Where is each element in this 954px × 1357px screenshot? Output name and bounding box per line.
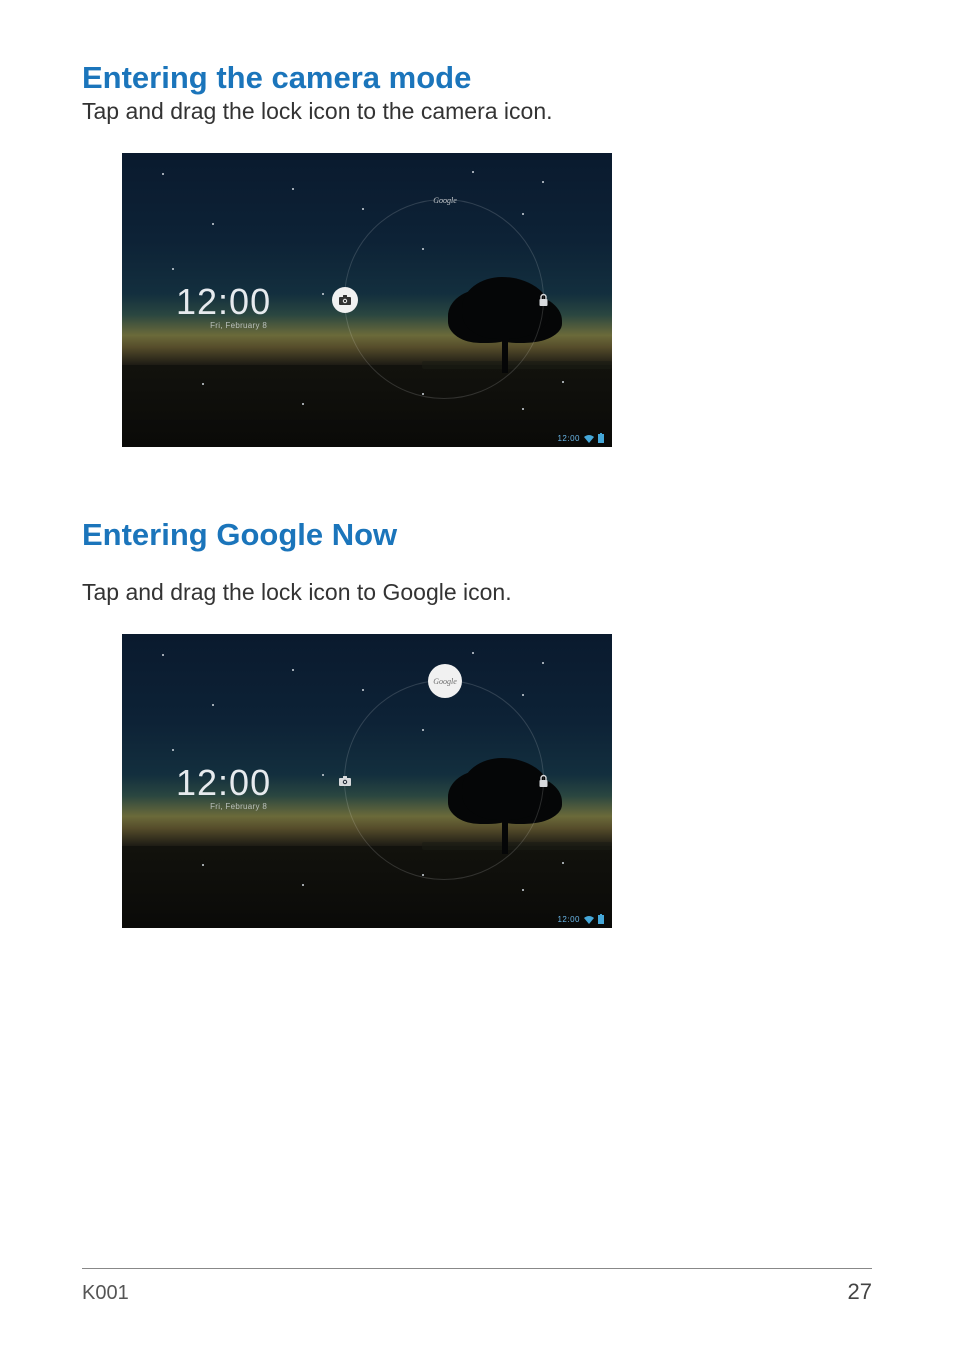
battery-icon bbox=[598, 433, 604, 443]
footer-model: K001 bbox=[82, 1282, 129, 1305]
lockscreen-clock: 12:00 Fri, February 8 bbox=[176, 281, 271, 330]
status-time: 12:00 bbox=[557, 434, 580, 443]
status-time: 12:00 bbox=[557, 915, 580, 924]
lockscreen-google-now-screenshot: 12:00 Fri, February 8 Google bbox=[122, 634, 612, 928]
clock-date: Fri, February 8 bbox=[176, 321, 271, 330]
status-bar: 12:00 bbox=[557, 433, 604, 443]
lock-icon bbox=[538, 774, 549, 788]
lockscreen-clock: 12:00 Fri, February 8 bbox=[176, 762, 271, 811]
unlock-ring[interactable]: Google bbox=[344, 680, 544, 880]
unlock-target[interactable] bbox=[534, 772, 552, 790]
google-target[interactable]: Google bbox=[436, 191, 454, 209]
camera-target[interactable] bbox=[336, 772, 354, 790]
clock-time: 12:00 bbox=[176, 281, 271, 323]
section-body-google-now: Tap and drag the lock icon to Google ico… bbox=[82, 579, 872, 606]
section-body-camera: Tap and drag the lock icon to the camera… bbox=[82, 98, 872, 125]
lock-icon bbox=[538, 293, 549, 307]
footer-page-number: 27 bbox=[848, 1279, 872, 1305]
camera-icon bbox=[339, 776, 351, 786]
camera-target[interactable] bbox=[336, 291, 354, 309]
lockscreen-camera-screenshot: 12:00 Fri, February 8 Google bbox=[122, 153, 612, 447]
clock-date: Fri, February 8 bbox=[176, 802, 271, 811]
status-bar: 12:00 bbox=[557, 914, 604, 924]
ground-silhouette bbox=[122, 846, 612, 928]
unlock-target[interactable] bbox=[534, 291, 552, 309]
google-target[interactable]: Google bbox=[436, 672, 454, 690]
camera-icon bbox=[339, 295, 351, 305]
google-icon: Google bbox=[433, 196, 457, 205]
ground-silhouette bbox=[122, 365, 612, 447]
wifi-icon bbox=[584, 915, 594, 924]
clock-time: 12:00 bbox=[176, 762, 271, 804]
section-heading-google-now: Entering Google Now bbox=[82, 517, 872, 553]
battery-icon bbox=[598, 914, 604, 924]
wifi-icon bbox=[584, 434, 594, 443]
google-icon: Google bbox=[433, 677, 457, 686]
page-footer: K001 27 bbox=[82, 1268, 872, 1305]
section-heading-camera: Entering the camera mode bbox=[82, 60, 872, 96]
unlock-ring[interactable]: Google bbox=[344, 199, 544, 399]
